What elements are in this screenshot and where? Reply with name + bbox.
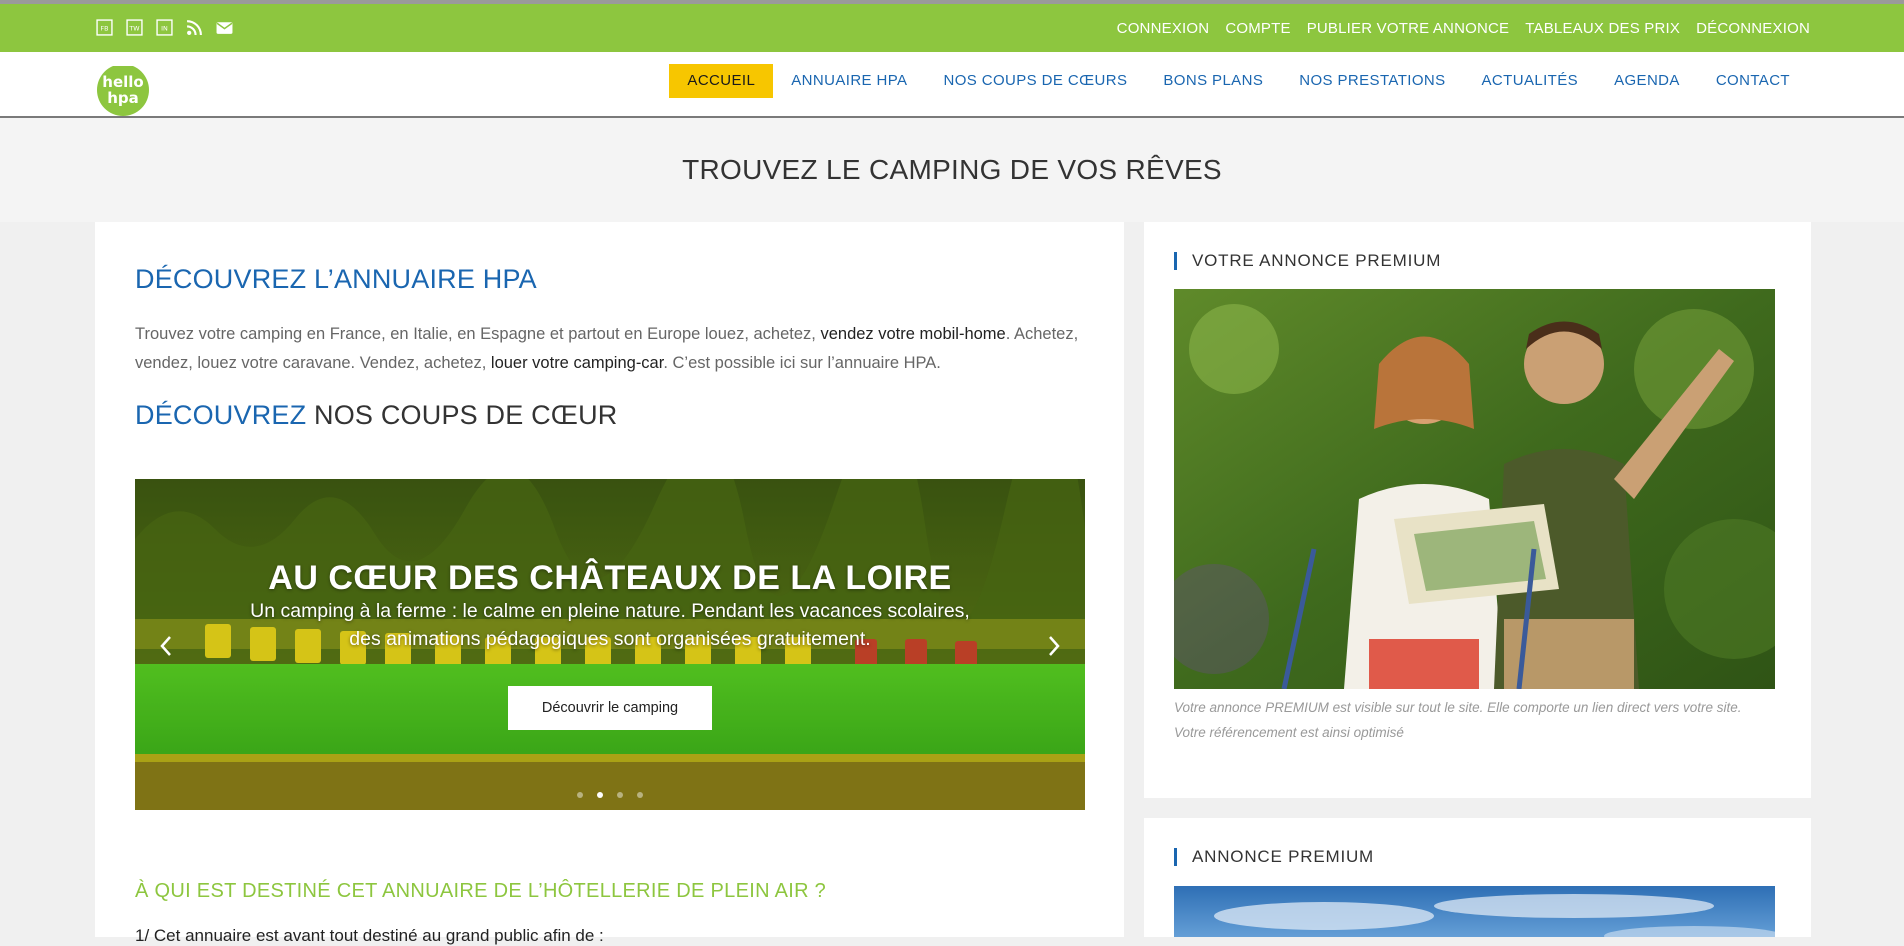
publish-ad-link[interactable]: PUBLIER VOTRE ANNONCE — [1307, 20, 1510, 37]
premium-promo-image[interactable] — [1174, 289, 1775, 689]
nav-favorites[interactable]: NOS COUPS DE CŒURS — [925, 64, 1145, 98]
intro-text-3: . C’est possible ici sur l’annuaire HPA. — [663, 354, 941, 372]
nav-contact[interactable]: CONTACT — [1698, 64, 1808, 98]
mail-icon[interactable] — [216, 19, 233, 36]
svg-text:TW: TW — [128, 25, 140, 33]
site-header: hello hpa ACCUEIL ANNUAIRE HPA NOS COUPS… — [0, 52, 1904, 118]
favorites-heading: DÉCOUVREZ NOS COUPS DE CŒUR — [135, 400, 617, 431]
intro-text-1: Trouvez votre camping en France, en Ital… — [135, 325, 821, 343]
account-link[interactable]: COMPTE — [1225, 20, 1290, 37]
svg-text:IN: IN — [161, 25, 168, 33]
discover-camping-button[interactable]: Découvrir le camping — [508, 686, 712, 730]
nav-deals[interactable]: BONS PLANS — [1145, 64, 1281, 98]
svg-text:FB: FB — [100, 25, 108, 33]
favorites-slider[interactable]: AU CŒUR DES CHÂTEAUX DE LA LOIRE Un camp… — [135, 479, 1085, 810]
slide-description: Un camping à la ferme : le calme en plei… — [250, 600, 970, 650]
site-logo[interactable]: hello hpa — [96, 66, 154, 116]
page-title: TROUVEZ LE CAMPING DE VOS RÊVES — [682, 154, 1222, 185]
slider-dots — [135, 792, 1085, 798]
account-links: CONNEXION COMPTE PUBLIER VOTRE ANNONCE T… — [1117, 4, 1810, 52]
slider-next-icon[interactable] — [1043, 632, 1065, 660]
intro-paragraph: Trouvez votre camping en France, en Ital… — [135, 320, 1095, 378]
audience-text: 1/ Cet annuaire est avant tout destiné a… — [135, 926, 604, 945]
facebook-icon[interactable]: FB — [96, 19, 113, 36]
nav-agenda[interactable]: AGENDA — [1596, 64, 1698, 98]
premium-widget-title: VOTRE ANNONCE PREMIUM — [1174, 252, 1792, 270]
twitter-icon[interactable]: TW — [126, 19, 143, 36]
directory-heading: DÉCOUVREZ L’ANNUAIRE HPA — [135, 264, 537, 294]
favorites-heading-dark: NOS COUPS DE CŒUR — [306, 400, 618, 430]
premium-ad-title: ANNONCE PREMIUM — [1174, 848, 1792, 866]
premium-ad-image[interactable] — [1174, 886, 1775, 937]
premium-ad-widget: ANNONCE PREMIUM — [1144, 818, 1811, 937]
premium-caption: Votre annonce PREMIUM est visible sur to… — [1174, 700, 1742, 740]
slider-dot-active[interactable] — [597, 792, 603, 798]
nav-services[interactable]: NOS PRESTATIONS — [1281, 64, 1463, 98]
linkedin-icon[interactable]: IN — [156, 19, 173, 36]
sell-mobile-home-link[interactable]: vendez votre mobil-home — [820, 325, 1005, 343]
slide-title: AU CŒUR DES CHÂTEAUX DE LA LOIRE — [268, 559, 952, 597]
nav-news[interactable]: ACTUALITÉS — [1464, 64, 1597, 98]
rent-camper-link[interactable]: louer votre camping-car — [491, 354, 663, 372]
logout-link[interactable]: DÉCONNEXION — [1696, 20, 1810, 37]
top-bar: FB TW IN CONNEXION COMPTE PUBLIER VOTRE … — [0, 4, 1904, 52]
main-content: DÉCOUVREZ L’ANNUAIRE HPA Trouvez votre c… — [95, 222, 1124, 945]
logo-text-bottom: hpa — [107, 89, 139, 107]
slider-prev-icon[interactable] — [155, 632, 177, 660]
premium-widget: VOTRE ANNONCE PREMIUM Votre annonce PREM… — [1144, 222, 1811, 798]
slider-dot[interactable] — [577, 792, 583, 798]
slider-dot[interactable] — [637, 792, 643, 798]
price-tables-link[interactable]: TABLEAUX DES PRIX — [1525, 20, 1680, 37]
rss-icon[interactable] — [186, 19, 203, 36]
social-links: FB TW IN — [96, 19, 233, 36]
audience-heading: À QUI EST DESTINÉ CET ANNUAIRE DE L’HÔTE… — [135, 880, 827, 902]
nav-home[interactable]: ACCUEIL — [669, 64, 774, 98]
main-nav: ACCUEIL ANNUAIRE HPA NOS COUPS DE CŒURS … — [669, 64, 1808, 98]
page-banner: TROUVEZ LE CAMPING DE VOS RÊVES — [0, 118, 1904, 222]
favorites-heading-blue: DÉCOUVREZ — [135, 400, 307, 430]
login-link[interactable]: CONNEXION — [1117, 20, 1210, 37]
slider-dot[interactable] — [617, 792, 623, 798]
nav-directory[interactable]: ANNUAIRE HPA — [773, 64, 925, 98]
